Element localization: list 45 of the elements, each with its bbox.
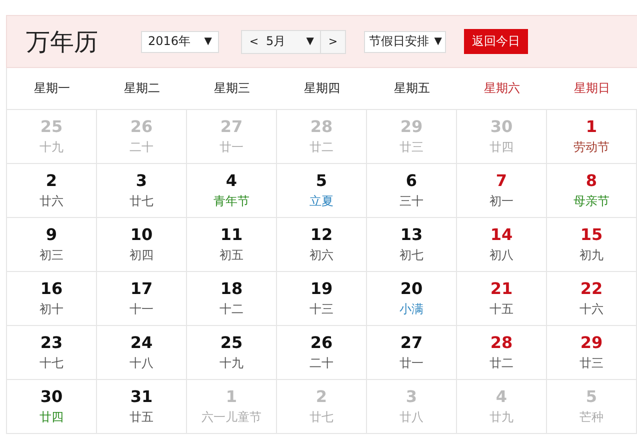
day-cell[interactable]: 12 初六 <box>277 218 367 272</box>
day-cell[interactable]: 9 初三 <box>7 218 97 272</box>
day-cell[interactable]: 3 廿七 <box>97 164 187 218</box>
weekday-header: 星期二 <box>97 68 187 110</box>
day-cell[interactable]: 22 十六 <box>547 272 637 326</box>
day-cell[interactable]: 14 初八 <box>457 218 547 272</box>
day-cell[interactable]: 16 初十 <box>7 272 97 326</box>
weekday-header: 星期一 <box>7 68 97 110</box>
day-cell[interactable]: 17 十一 <box>97 272 187 326</box>
day-cell[interactable]: 26 二十 <box>277 326 367 380</box>
day-cell[interactable]: 18 十二 <box>187 272 277 326</box>
weekday-header: 星期日 <box>547 68 637 110</box>
day-cell[interactable]: 1 劳动节 <box>547 110 637 164</box>
day-cell[interactable]: 2 廿六 <box>7 164 97 218</box>
day-cell[interactable]: 28 廿二 <box>457 326 547 380</box>
day-cell[interactable]: 5 立夏 <box>277 164 367 218</box>
month-select[interactable]: 5月 ▼ <box>266 30 321 52</box>
app-title: 万年历 <box>26 26 99 58</box>
day-cell[interactable]: 11 初五 <box>187 218 277 272</box>
day-cell[interactable]: 8 母亲节 <box>547 164 637 218</box>
day-cell[interactable]: 19 十三 <box>277 272 367 326</box>
day-cell[interactable]: 15 初九 <box>547 218 637 272</box>
day-cell[interactable]: 27 廿一 <box>367 326 457 380</box>
day-cell[interactable]: 13 初七 <box>367 218 457 272</box>
day-cell[interactable]: 4 青年节 <box>187 164 277 218</box>
today-button[interactable]: 返回今日 <box>464 29 528 54</box>
day-cell[interactable]: 29 廿三 <box>547 326 637 380</box>
day-cell[interactable]: 30 廿四 <box>7 380 97 434</box>
holiday-select[interactable]: 节假日安排 ▼ <box>364 30 446 52</box>
previous-month-button[interactable]: < <box>242 30 266 52</box>
day-cell[interactable]: 7 初一 <box>457 164 547 218</box>
day-cell[interactable]: 24 十八 <box>97 326 187 380</box>
weekday-header: 星期五 <box>367 68 457 110</box>
year-select[interactable]: 2016年 ▼ <box>141 30 219 52</box>
weekday-header: 星期四 <box>277 68 367 110</box>
day-cell[interactable]: 6 三十 <box>367 164 457 218</box>
day-cell[interactable]: 21 十五 <box>457 272 547 326</box>
day-cell[interactable]: 10 初四 <box>97 218 187 272</box>
weekday-header: 星期三 <box>187 68 277 110</box>
next-month-button[interactable]: > <box>321 30 345 52</box>
weekday-header: 星期六 <box>457 68 547 110</box>
day-cell[interactable]: 25 十九 <box>187 326 277 380</box>
day-cell[interactable]: 23 十七 <box>7 326 97 380</box>
day-cell[interactable]: 31 廿五 <box>97 380 187 434</box>
day-cell[interactable]: 20 小满 <box>367 272 457 326</box>
